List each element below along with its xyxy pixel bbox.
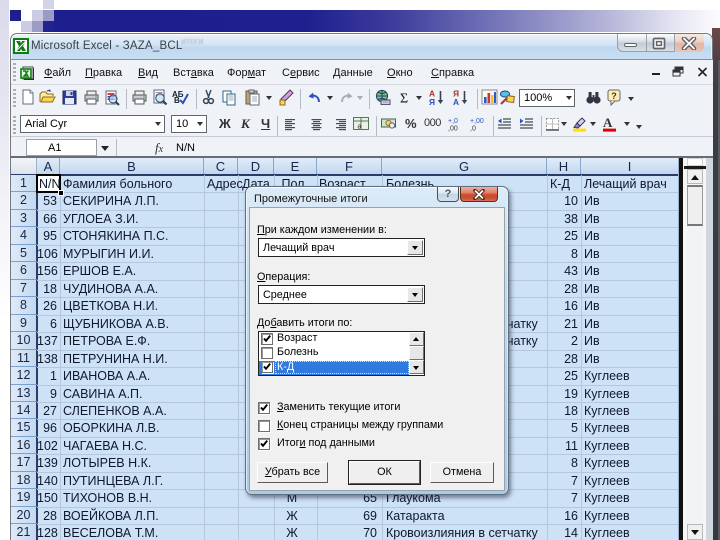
svg-text:A: A — [603, 115, 613, 130]
svg-text:Σ: Σ — [400, 92, 408, 107]
svg-text:,00: ,00 — [448, 126, 458, 133]
svg-text:В: В — [174, 96, 180, 105]
svg-text:Я: Я — [429, 97, 435, 106]
svg-text:,0: ,0 — [470, 126, 476, 133]
svg-text:А: А — [453, 97, 459, 106]
svg-text:+,0: +,0 — [448, 118, 458, 125]
svg-text:+,00: +,00 — [470, 118, 484, 125]
svg-text:?: ? — [611, 91, 617, 101]
